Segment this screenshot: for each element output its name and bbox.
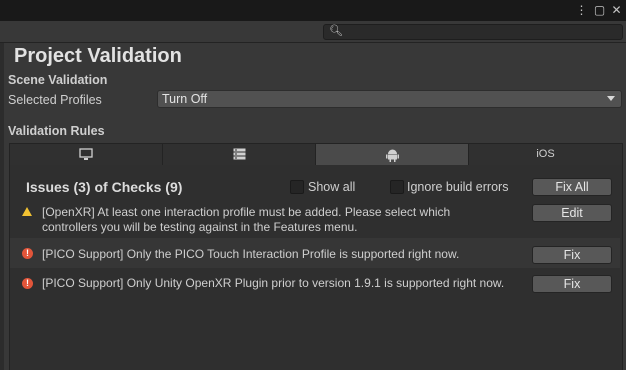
issues-heading: Issues (3) of Checks (9) [26,179,183,195]
search-icon: 🔍︎ [329,25,343,37]
edit-button[interactable]: Edit [532,204,612,222]
search-input[interactable]: 🔍︎ [323,24,623,40]
issue-text: [OpenXR] At least one interaction profil… [42,205,451,234]
chevron-down-icon [607,96,615,101]
android-icon [385,149,399,162]
ios-label: iOS [536,148,555,160]
error-icon: ! [22,278,33,289]
more-options-icon[interactable]: ⋮ [575,3,588,17]
window-title-bar: ⋮ ▢ ✕ [0,0,626,21]
selected-profiles-value: Turn Off [162,92,208,106]
platform-tabs: iOS [9,143,623,166]
server-icon [233,148,245,160]
tab-standalone[interactable] [10,144,163,165]
scene-validation-heading: Scene Validation [8,73,108,87]
left-gutter [0,43,4,370]
validation-rules-heading: Validation Rules [8,124,105,138]
page-title: Project Validation [14,45,182,67]
fix-button[interactable]: Fix [532,275,612,293]
tab-ios[interactable]: iOS [469,144,622,165]
issue-text: [PICO Support] Only the PICO Touch Inter… [42,247,460,261]
ignore-build-errors-label: Ignore build errors [407,180,509,194]
warning-icon [22,207,32,216]
fix-all-button[interactable]: Fix All [532,178,612,196]
ignore-build-errors-checkbox[interactable] [390,180,404,194]
maximize-icon[interactable]: ▢ [593,3,606,17]
selected-profiles-dropdown[interactable]: Turn Off [157,90,622,108]
issue-text: [PICO Support] Only Unity OpenXR Plugin … [42,276,505,290]
selected-profiles-label: Selected Profiles [8,93,102,107]
close-icon[interactable]: ✕ [610,3,623,17]
show-all-label: Show all [308,180,356,194]
tab-server[interactable] [163,144,316,165]
monitor-icon [79,148,93,160]
show-all-checkbox[interactable] [290,180,304,194]
error-icon: ! [22,248,33,259]
tab-android[interactable] [316,144,469,165]
fix-button[interactable]: Fix [532,246,612,264]
